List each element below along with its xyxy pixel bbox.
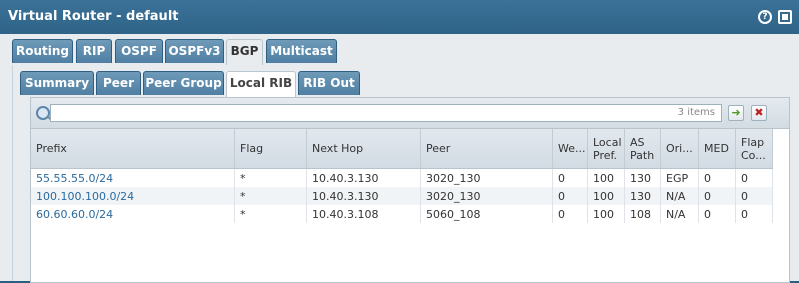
cell-as-path: 108 [624,205,661,223]
col-flap-count[interactable]: Flap Co... [735,129,773,169]
header-row: Prefix Flag Next Hop Peer We... Local Pr… [31,129,773,169]
cell-as-path: 130 [624,168,661,187]
cell-weight: 0 [552,187,588,205]
cell-local-pref: 100 [587,205,625,223]
cell-flag: * [234,168,307,187]
col-weight[interactable]: We... [552,129,588,169]
cell-flap-count: 0 [735,205,773,223]
col-med[interactable]: MED [698,129,736,169]
cell-origin: N/A [660,187,699,205]
tab-ospf[interactable]: OSPF [115,39,163,63]
table-row[interactable]: 60.60.60.0/24 * 10.40.3.108 5060_108 0 1… [31,205,773,223]
col-flag[interactable]: Flag [234,129,307,169]
bgp-panel: Summary Peer Peer Group Local RIB RIB Ou… [12,65,799,283]
apply-filter-icon[interactable]: ➜ [728,105,744,121]
cell-peer: 3020_130 [420,168,553,187]
tab-peer-group[interactable]: Peer Group [143,71,224,95]
cell-flag: * [234,205,307,223]
tab-bgp[interactable]: BGP [226,39,263,66]
cell-as-path: 130 [624,187,661,205]
cell-med: 0 [698,168,736,187]
cell-peer: 3020_130 [420,187,553,205]
cell-local-pref: 100 [587,168,625,187]
col-origin[interactable]: Ori... [660,129,699,169]
search-icon [36,106,50,120]
tab-routing[interactable]: Routing [12,39,73,63]
maximize-icon[interactable] [778,10,792,24]
col-prefix[interactable]: Prefix [31,129,235,169]
cell-origin: EGP [660,168,699,187]
local-rib-grid: 3 items ➜ ✖ Prefix Flag Next Hop Peer We… [30,97,790,283]
cell-next-hop: 10.40.3.108 [306,205,421,223]
rib-table: Prefix Flag Next Hop Peer We... Local Pr… [31,129,773,223]
virtual-router-window: Virtual Router - default ? Routing RIP O… [0,0,799,283]
cell-flag: * [234,187,307,205]
search-input[interactable]: 3 items [50,104,722,122]
title-bar: Virtual Router - default ? [0,0,799,34]
tab-multicast[interactable]: Multicast [266,39,337,63]
cell-next-hop: 10.40.3.130 [306,187,421,205]
table-row[interactable]: 100.100.100.0/24 * 10.40.3.130 3020_130 … [31,187,773,205]
cell-local-pref: 100 [587,187,625,205]
dialog-content: Routing RIP OSPF OSPFv3 BGP Multicast Su… [0,34,799,283]
clear-filter-icon[interactable]: ✖ [751,105,767,121]
tab-peer[interactable]: Peer [96,71,141,95]
window-title: Virtual Router - default [8,9,179,24]
table-row[interactable]: 55.55.55.0/24 * 10.40.3.130 3020_130 0 1… [31,168,773,187]
cell-prefix[interactable]: 60.60.60.0/24 [31,205,235,223]
col-as-path[interactable]: AS Path [624,129,661,169]
cell-flap-count: 0 [735,168,773,187]
tab-ospfv3[interactable]: OSPFv3 [165,39,224,63]
col-peer[interactable]: Peer [420,129,553,169]
cell-prefix[interactable]: 55.55.55.0/24 [31,168,235,187]
col-next-hop[interactable]: Next Hop [306,129,421,169]
cell-peer: 5060_108 [420,205,553,223]
tab-local-rib[interactable]: Local RIB [226,71,296,98]
tab-rib-out[interactable]: RIB Out [298,71,360,95]
grid-toolbar: 3 items ➜ ✖ [31,98,789,129]
cell-origin: N/A [660,205,699,223]
cell-weight: 0 [552,168,588,187]
tab-summary[interactable]: Summary [20,71,94,95]
cell-prefix[interactable]: 100.100.100.0/24 [31,187,235,205]
tab-rip[interactable]: RIP [76,39,112,63]
cell-med: 0 [698,205,736,223]
cell-flap-count: 0 [735,187,773,205]
item-count: 3 items [677,107,715,118]
cell-med: 0 [698,187,736,205]
help-icon[interactable]: ? [758,10,772,24]
cell-next-hop: 10.40.3.130 [306,168,421,187]
col-local-pref[interactable]: Local Pref. [587,129,625,169]
cell-weight: 0 [552,205,588,223]
